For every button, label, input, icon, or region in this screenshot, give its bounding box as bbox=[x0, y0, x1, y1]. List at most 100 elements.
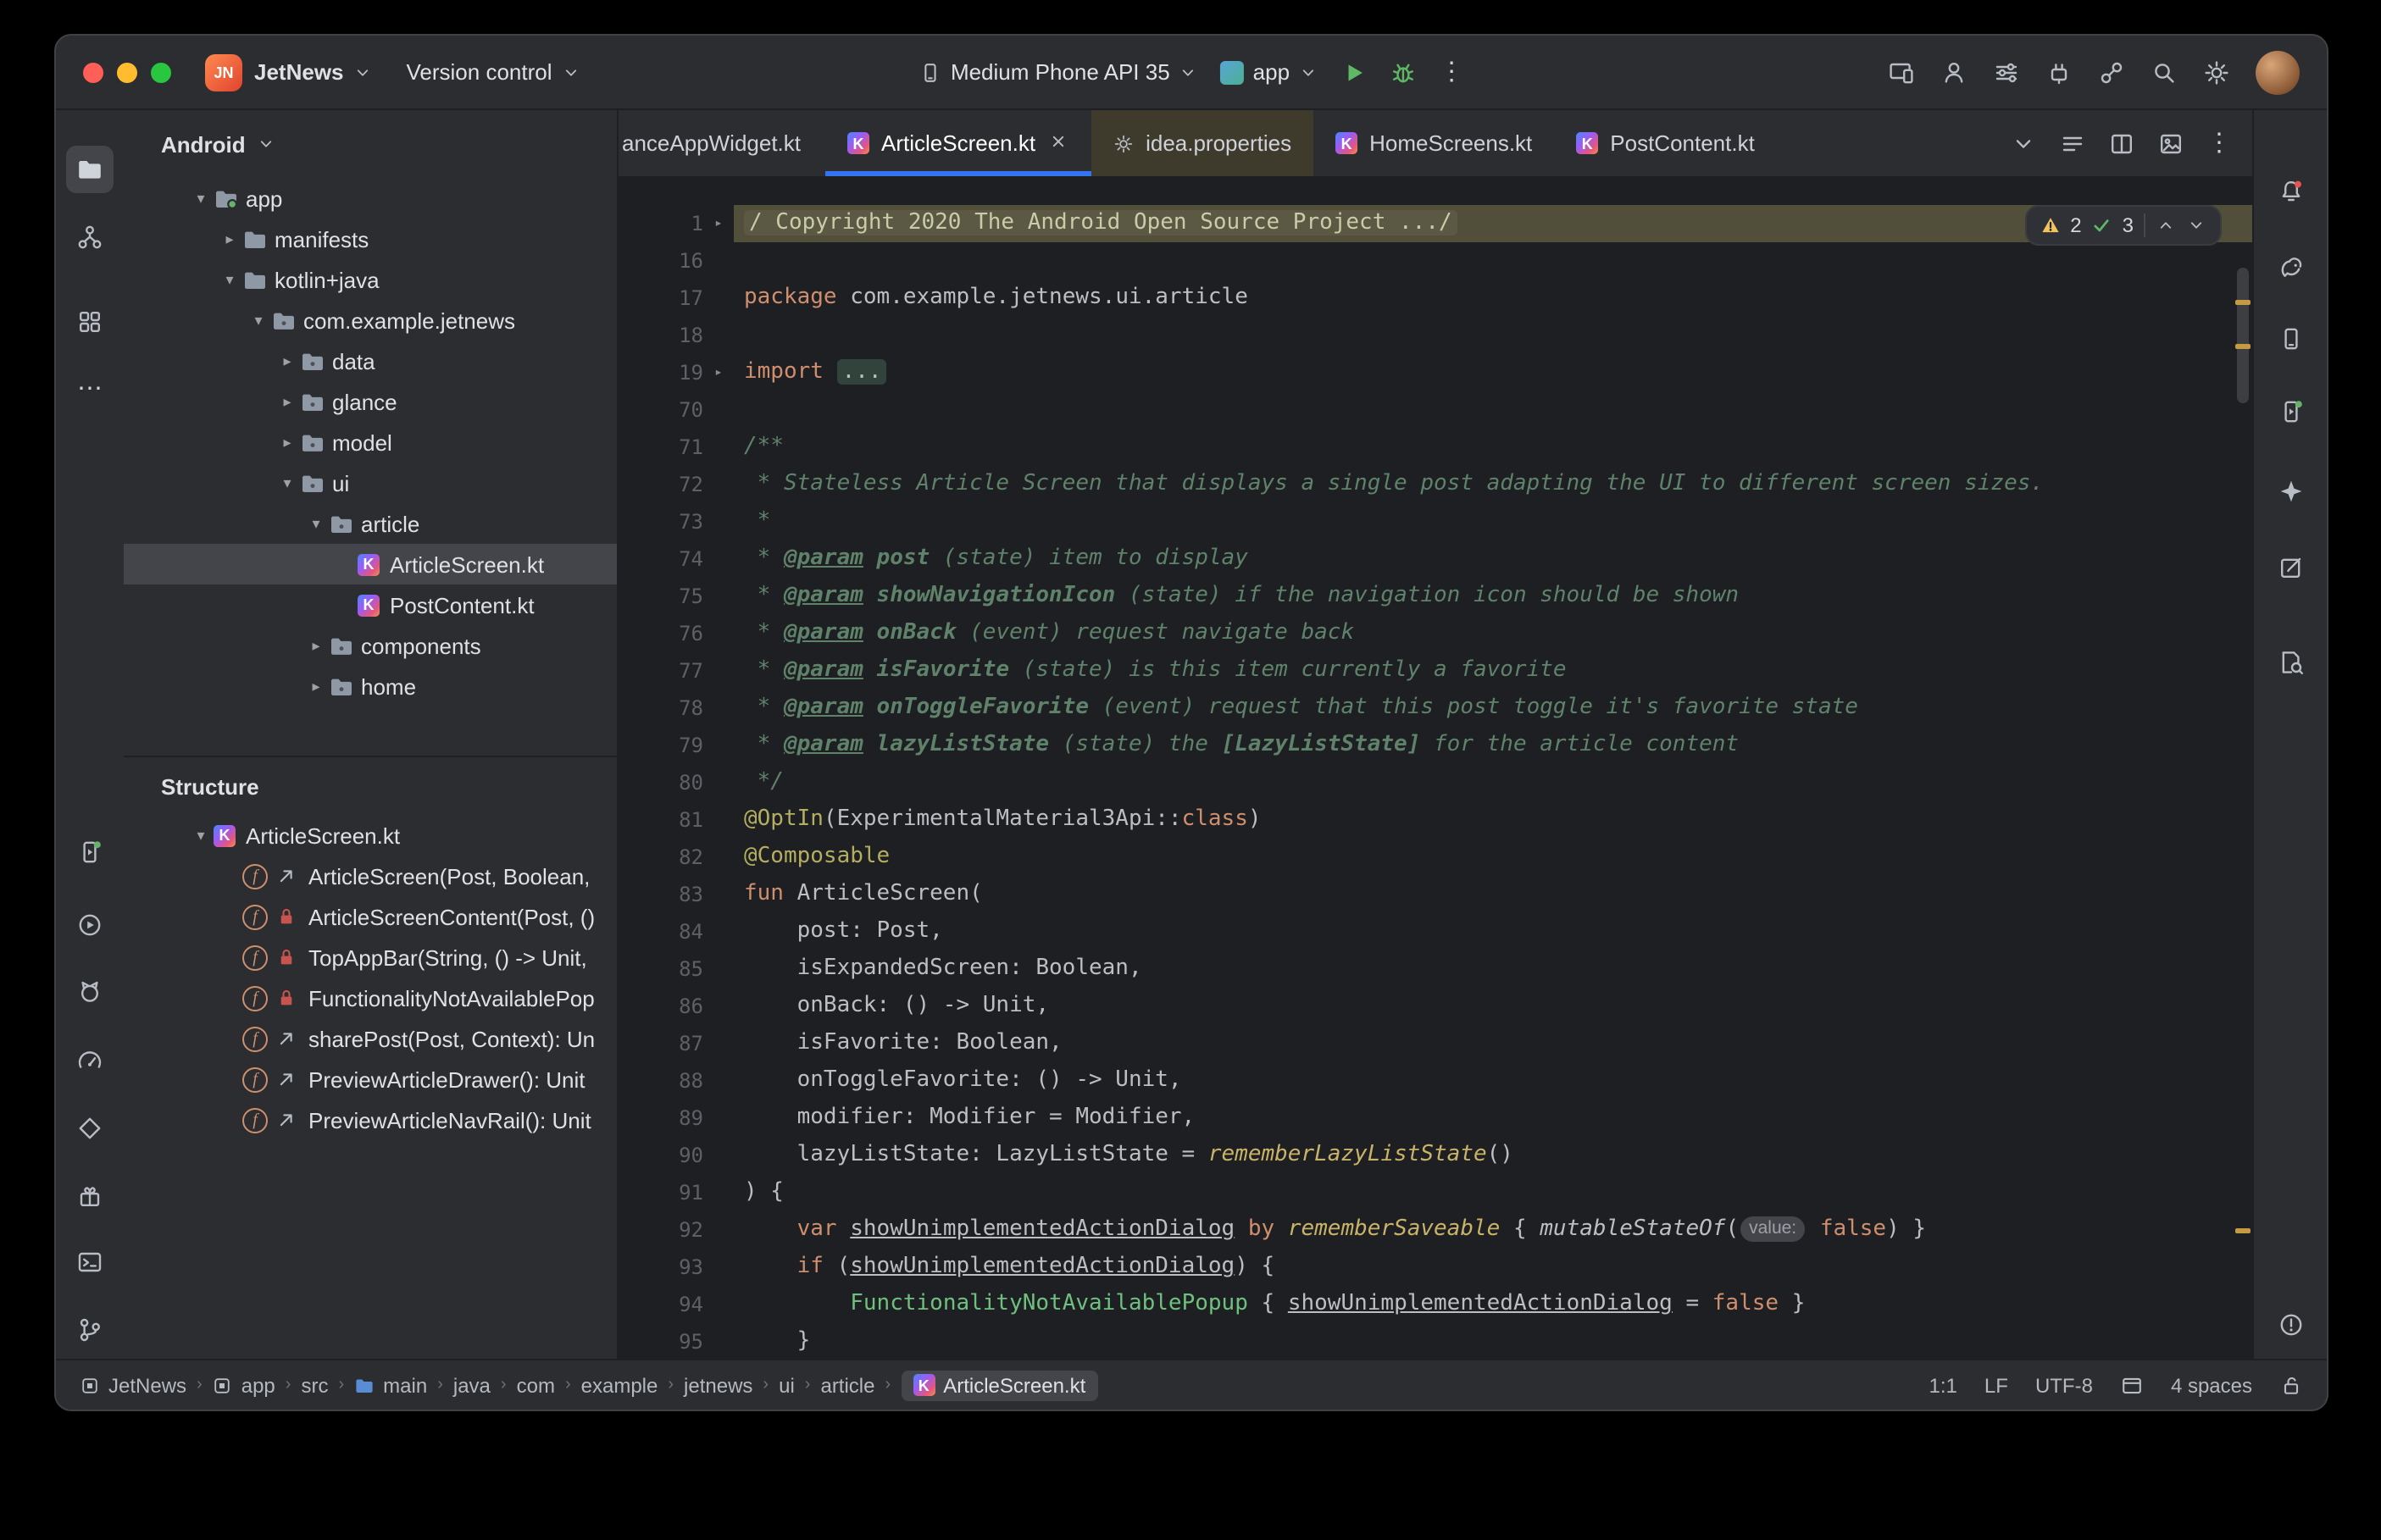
line-number-84[interactable]: 84 bbox=[619, 913, 703, 950]
code-line-80[interactable]: 80 */ bbox=[619, 764, 2252, 801]
editor-list-icon[interactable] bbox=[2059, 130, 2086, 157]
line-number-71[interactable]: 71 bbox=[619, 429, 703, 466]
split-editor-icon[interactable] bbox=[2108, 130, 2135, 157]
plugins-icon[interactable] bbox=[2045, 58, 2073, 86]
breadcrumb-com[interactable]: com bbox=[517, 1373, 555, 1397]
tree-chevron-icon[interactable]: ▸ bbox=[303, 636, 329, 655]
problems-icon[interactable] bbox=[2267, 1301, 2315, 1349]
device-selector[interactable]: Medium Phone API 35 bbox=[919, 59, 1199, 85]
code-line-95[interactable]: 95 } bbox=[619, 1323, 2252, 1359]
line-number-73[interactable]: 73 bbox=[619, 503, 703, 540]
status-encoding[interactable]: UTF-8 bbox=[2035, 1373, 2093, 1397]
line-number-83[interactable]: 83 bbox=[619, 876, 703, 913]
line-number-77[interactable]: 77 bbox=[619, 652, 703, 690]
close-window-button[interactable] bbox=[83, 62, 103, 82]
warning-stripe-mark[interactable] bbox=[2235, 300, 2251, 305]
resource-manager-icon[interactable] bbox=[66, 298, 114, 346]
code-line-81[interactable]: 81 @OptIn(ExperimentalMaterial3Api::class… bbox=[619, 801, 2252, 839]
tree-item-postcontent-kt[interactable]: K PostContent.kt bbox=[124, 584, 617, 625]
project-view-selector[interactable]: Android bbox=[124, 110, 617, 178]
breadcrumb-jetnews[interactable]: jetnews bbox=[684, 1373, 752, 1397]
line-number-17[interactable]: 17 bbox=[619, 280, 703, 317]
line-number-90[interactable]: 90 bbox=[619, 1137, 703, 1174]
tree-item-ui[interactable]: ▾ ui bbox=[124, 463, 617, 503]
more-actions-icon[interactable]: ⋮ bbox=[1439, 59, 1464, 85]
code-line-82[interactable]: 82 @Composable bbox=[619, 839, 2252, 876]
breadcrumb-articlescreen-kt[interactable]: K ArticleScreen.kt bbox=[901, 1370, 1098, 1400]
editor-tab-idea-properties[interactable]: idea.properties bbox=[1091, 110, 1314, 176]
code-line-87[interactable]: 87 isFavorite: Boolean, bbox=[619, 1025, 2252, 1062]
line-number-70[interactable]: 70 bbox=[619, 391, 703, 429]
structure-item-topappbar[interactable]: f TopAppBar(String, () -> Unit, bbox=[124, 937, 617, 978]
breadcrumb-java[interactable]: java bbox=[453, 1373, 491, 1397]
tree-item-manifests[interactable]: ▸ manifests bbox=[124, 219, 617, 259]
project-widget[interactable]: JetNews bbox=[254, 59, 373, 85]
structure-item-previewarticledrawer[interactable]: f PreviewArticleDrawer(): Unit bbox=[124, 1059, 617, 1100]
line-number-94[interactable]: 94 bbox=[619, 1286, 703, 1323]
line-number-89[interactable]: 89 bbox=[619, 1100, 703, 1137]
warning-stripe-mark[interactable] bbox=[2235, 1228, 2251, 1233]
line-number-86[interactable]: 86 bbox=[619, 988, 703, 1025]
debug-icon[interactable] bbox=[1390, 58, 1417, 86]
code-with-me-icon[interactable] bbox=[1940, 58, 1968, 86]
code-line-73[interactable]: 73 * bbox=[619, 503, 2252, 540]
tree-item-model[interactable]: ▸ model bbox=[124, 422, 617, 463]
maximize-window-button[interactable] bbox=[151, 62, 171, 82]
breadcrumb-ui[interactable]: ui bbox=[779, 1373, 795, 1397]
search-icon[interactable] bbox=[2151, 58, 2178, 86]
line-number-88[interactable]: 88 bbox=[619, 1062, 703, 1100]
previous-problem-icon[interactable] bbox=[2156, 215, 2176, 235]
logcat-icon[interactable] bbox=[66, 967, 114, 1015]
structure-item-functionalitynotavailablepop[interactable]: f FunctionalityNotAvailablePop bbox=[124, 978, 617, 1018]
editor-tab-postcontent-kt[interactable]: K PostContent.kt bbox=[1554, 110, 1777, 176]
line-number-93[interactable]: 93 bbox=[619, 1249, 703, 1286]
tree-item-home[interactable]: ▸ home bbox=[124, 666, 617, 706]
line-number-75[interactable]: 75 bbox=[619, 578, 703, 615]
commit-icon[interactable] bbox=[66, 213, 114, 261]
tree-chevron-icon[interactable]: ▾ bbox=[188, 189, 214, 208]
tree-item-article[interactable]: ▾ article bbox=[124, 503, 617, 544]
user-avatar[interactable] bbox=[2256, 50, 2300, 94]
notifications-icon[interactable] bbox=[2267, 168, 2315, 215]
tree-chevron-icon[interactable]: ▾ bbox=[246, 311, 271, 330]
find-icon[interactable] bbox=[2267, 639, 2315, 686]
line-number-76[interactable]: 76 bbox=[619, 615, 703, 652]
warning-stripe-mark[interactable] bbox=[2235, 344, 2251, 349]
breadcrumb-app[interactable]: app bbox=[213, 1373, 275, 1397]
code-line-70[interactable]: 70 bbox=[619, 391, 2252, 429]
breadcrumb-src[interactable]: src bbox=[301, 1373, 328, 1397]
tree-chevron-icon[interactable]: ▸ bbox=[275, 352, 300, 370]
code-line-19[interactable]: 19 ▸ import ... bbox=[619, 354, 2252, 391]
code-line-72[interactable]: 72 * Stateless Article Screen that displ… bbox=[619, 466, 2252, 503]
code-line-90[interactable]: 90 lazyListState: LazyListState = rememb… bbox=[619, 1137, 2252, 1174]
line-number-74[interactable]: 74 bbox=[619, 540, 703, 578]
edit-preview-icon[interactable] bbox=[2267, 544, 2315, 591]
gradle-icon[interactable] bbox=[2267, 244, 2315, 291]
structure-item-articlescreencontent[interactable]: f ArticleScreenContent(Post, () bbox=[124, 896, 617, 937]
device-mirror-icon[interactable] bbox=[1888, 58, 1915, 86]
running-devices-icon[interactable] bbox=[66, 828, 114, 876]
settings-sliders-icon[interactable] bbox=[1993, 58, 2020, 86]
editor-tab-anceappwidget-kt[interactable]: anceAppWidget.kt bbox=[619, 110, 825, 176]
version-control-icon[interactable] bbox=[66, 1306, 114, 1354]
structure-root[interactable]: ▾ K ArticleScreen.kt bbox=[124, 815, 617, 856]
tree-item-glance[interactable]: ▸ glance bbox=[124, 381, 617, 422]
tree-chevron-icon[interactable]: ▾ bbox=[303, 514, 329, 533]
line-number-16[interactable]: 16 bbox=[619, 242, 703, 280]
breadcrumb-main[interactable]: main bbox=[354, 1373, 427, 1397]
more-icon[interactable]: ⋯ bbox=[66, 364, 114, 412]
editor-options-icon[interactable]: ⋮ bbox=[2206, 130, 2232, 156]
tree-item-com-example-jetnews[interactable]: ▾ com.example.jetnews bbox=[124, 300, 617, 341]
vcs-widget[interactable]: Version control bbox=[407, 59, 581, 85]
inspections-widget[interactable]: 2 3 bbox=[2024, 205, 2222, 246]
code-line-91[interactable]: 91) { bbox=[619, 1174, 2252, 1211]
status-caret-position[interactable]: 1:1 bbox=[1929, 1373, 1957, 1397]
minimize-window-button[interactable] bbox=[117, 62, 137, 82]
breadcrumb-jetnews[interactable]: JetNews bbox=[80, 1373, 186, 1397]
code-line-89[interactable]: 89 modifier: Modifier = Modifier, bbox=[619, 1100, 2252, 1137]
profiler-icon[interactable] bbox=[66, 1037, 114, 1084]
share-link-icon[interactable] bbox=[2098, 58, 2125, 86]
running-devices-icon[interactable] bbox=[2267, 388, 2315, 435]
code-line-18[interactable]: 18 bbox=[619, 317, 2252, 354]
tree-chevron-icon[interactable]: ▸ bbox=[303, 677, 329, 695]
